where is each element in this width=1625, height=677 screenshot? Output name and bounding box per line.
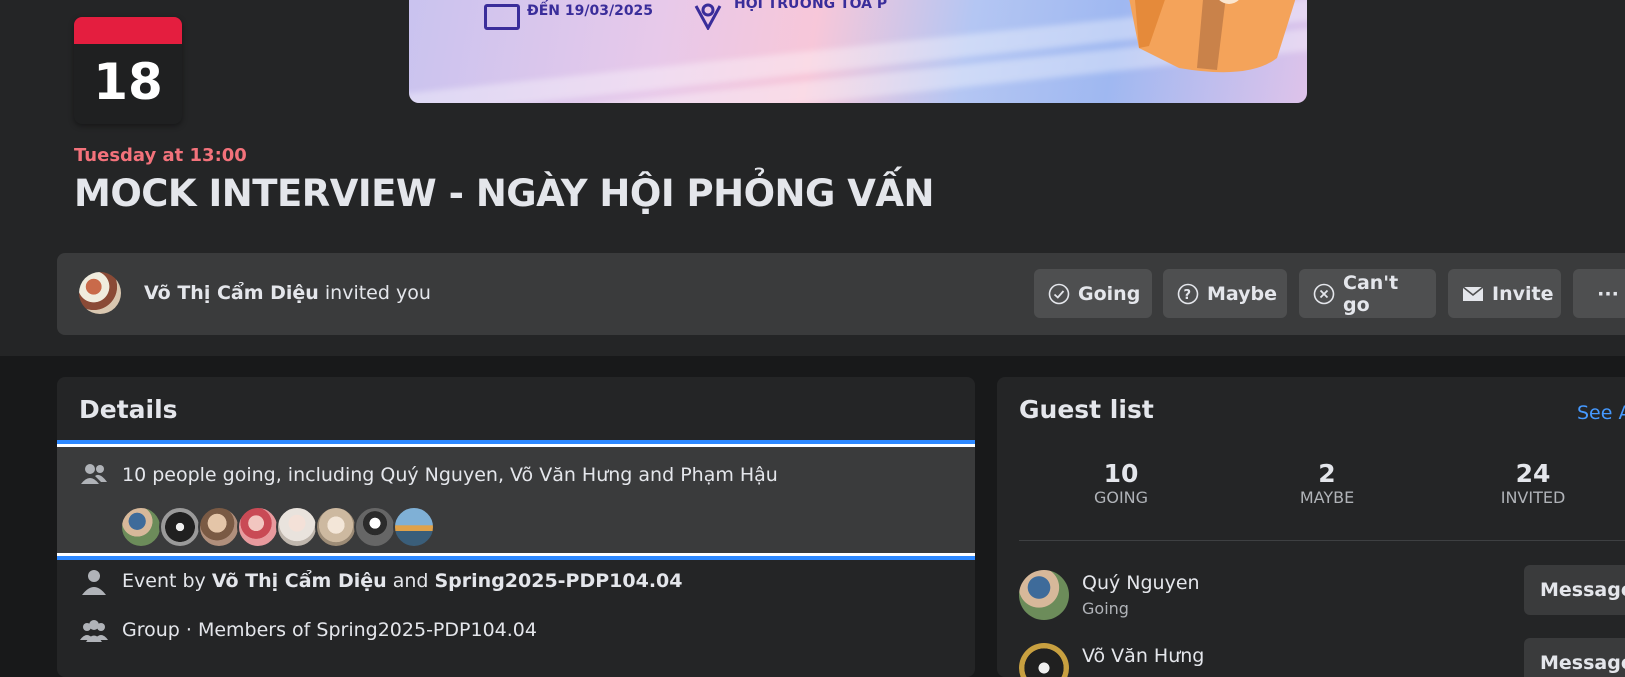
guest-status: Going <box>1082 599 1129 618</box>
check-circle-icon <box>1048 283 1070 305</box>
calendar-clock-icon <box>484 4 520 30</box>
avatar[interactable] <box>315 506 357 548</box>
event-title: MOCK INTERVIEW - NGÀY HỘI PHỎNG VẤN <box>74 172 935 215</box>
group-icon <box>80 620 108 642</box>
event-by-row: Event by Võ Thị Cẩm Diệu and Spring2025-… <box>57 565 975 605</box>
avatar[interactable] <box>198 506 240 548</box>
avatar[interactable] <box>1019 570 1069 620</box>
going-count: 10 <box>1103 459 1139 488</box>
maybe-count: 2 <box>1318 459 1336 488</box>
location-pin-icon <box>694 3 722 30</box>
avatar[interactable] <box>237 506 279 548</box>
invited-count: 24 <box>1515 459 1551 488</box>
svg-text:?: ? <box>1184 288 1192 303</box>
going-stat-label: GOING <box>1093 488 1149 507</box>
maybe-button-label: Maybe <box>1207 282 1278 305</box>
going-avatars <box>120 506 435 548</box>
going-summary-text: 10 people going, including Quý Nguyen, V… <box>122 464 778 486</box>
event-host-link[interactable]: Võ Thị Cẩm Diệu <box>212 570 387 592</box>
calendar-day: 18 <box>93 53 163 111</box>
avatar[interactable] <box>159 506 201 548</box>
maybe-stat-label: MAYBE <box>1299 488 1355 507</box>
invited-you-label: invited you <box>324 282 431 304</box>
invited-stat[interactable]: 24 INVITED <box>1453 459 1613 507</box>
cover-photo[interactable]: ĐẾN 19/03/2025 HỘI TRƯỜNG TÒA P OF <box>409 0 1307 103</box>
avatar[interactable] <box>354 506 396 548</box>
event-by-and: and <box>392 570 429 592</box>
message-button[interactable]: Message <box>1524 638 1625 677</box>
event-by-prefix: Event by <box>122 570 206 592</box>
people-icon <box>81 464 107 484</box>
guest-name[interactable]: Quý Nguyen <box>1082 572 1200 594</box>
cover-date-text: ĐẾN 19/03/2025 <box>527 3 654 19</box>
invite-button-label: Invite <box>1492 282 1554 305</box>
question-circle-icon: ? <box>1177 283 1199 305</box>
event-header: ĐẾN 19/03/2025 HỘI TRƯỜNG TÒA P OF 18 Tu… <box>0 0 1625 356</box>
calendar-date-card: 18 <box>74 17 182 124</box>
event-group-link[interactable]: Spring2025-PDP104.04 <box>435 570 683 592</box>
invitation-bar: Võ Thị Cẩm Diệu invited you Going ? Mayb… <box>57 253 1625 335</box>
going-stat[interactable]: 10 GOING <box>1041 459 1201 507</box>
avatar[interactable] <box>1019 643 1069 677</box>
avatar[interactable] <box>120 506 162 548</box>
details-title: Details <box>79 395 178 424</box>
cover-venue-text: HỘI TRƯỜNG TÒA P <box>734 0 888 12</box>
going-button[interactable]: Going <box>1034 269 1152 318</box>
see-all-link[interactable]: See All <box>1577 402 1625 424</box>
inviter-name[interactable]: Võ Thị Cẩm Diệu <box>144 282 319 304</box>
message-button[interactable]: Message <box>1524 565 1625 615</box>
maybe-stat[interactable]: 2 MAYBE <box>1247 459 1407 507</box>
person-icon <box>82 570 106 595</box>
guest-row: Quý Nguyen Going Message <box>1019 565 1625 630</box>
cant-go-button-label: Can't go <box>1343 271 1399 316</box>
guest-list-card: Guest list See All 10 GOING 2 MAYBE 24 I… <box>997 377 1625 677</box>
divider <box>1019 540 1625 541</box>
details-card: Details 10 people going, including Quý N… <box>57 377 975 677</box>
envelope-icon <box>1462 283 1484 305</box>
going-button-label: Going <box>1078 282 1141 305</box>
group-text: Group · Members of Spring2025-PDP104.04 <box>122 619 537 641</box>
avatar[interactable] <box>276 506 318 548</box>
more-button[interactable]: ··· <box>1573 269 1625 318</box>
x-circle-icon <box>1313 283 1335 305</box>
avatar[interactable] <box>393 506 435 548</box>
guest-row: Võ Văn Hưng Message <box>1019 638 1625 677</box>
event-time: Tuesday at 13:00 <box>74 145 247 166</box>
invite-button[interactable]: Invite <box>1448 269 1561 318</box>
invitation-text: Võ Thị Cẩm Diệu invited you <box>144 282 431 304</box>
inviter-avatar[interactable] <box>79 272 121 314</box>
maybe-button[interactable]: ? Maybe <box>1163 269 1287 318</box>
cant-go-button[interactable]: Can't go <box>1299 269 1436 318</box>
group-row: Group · Members of Spring2025-PDP104.04 <box>57 614 975 654</box>
going-summary-row[interactable]: 10 people going, including Quý Nguyen, V… <box>57 440 975 560</box>
more-icon: ··· <box>1597 282 1619 305</box>
guest-name[interactable]: Võ Văn Hưng <box>1082 645 1204 667</box>
guest-list-title: Guest list <box>1019 395 1154 424</box>
gift-box-illustration: OF <box>1129 0 1296 73</box>
invited-stat-label: INVITED <box>1500 488 1566 507</box>
